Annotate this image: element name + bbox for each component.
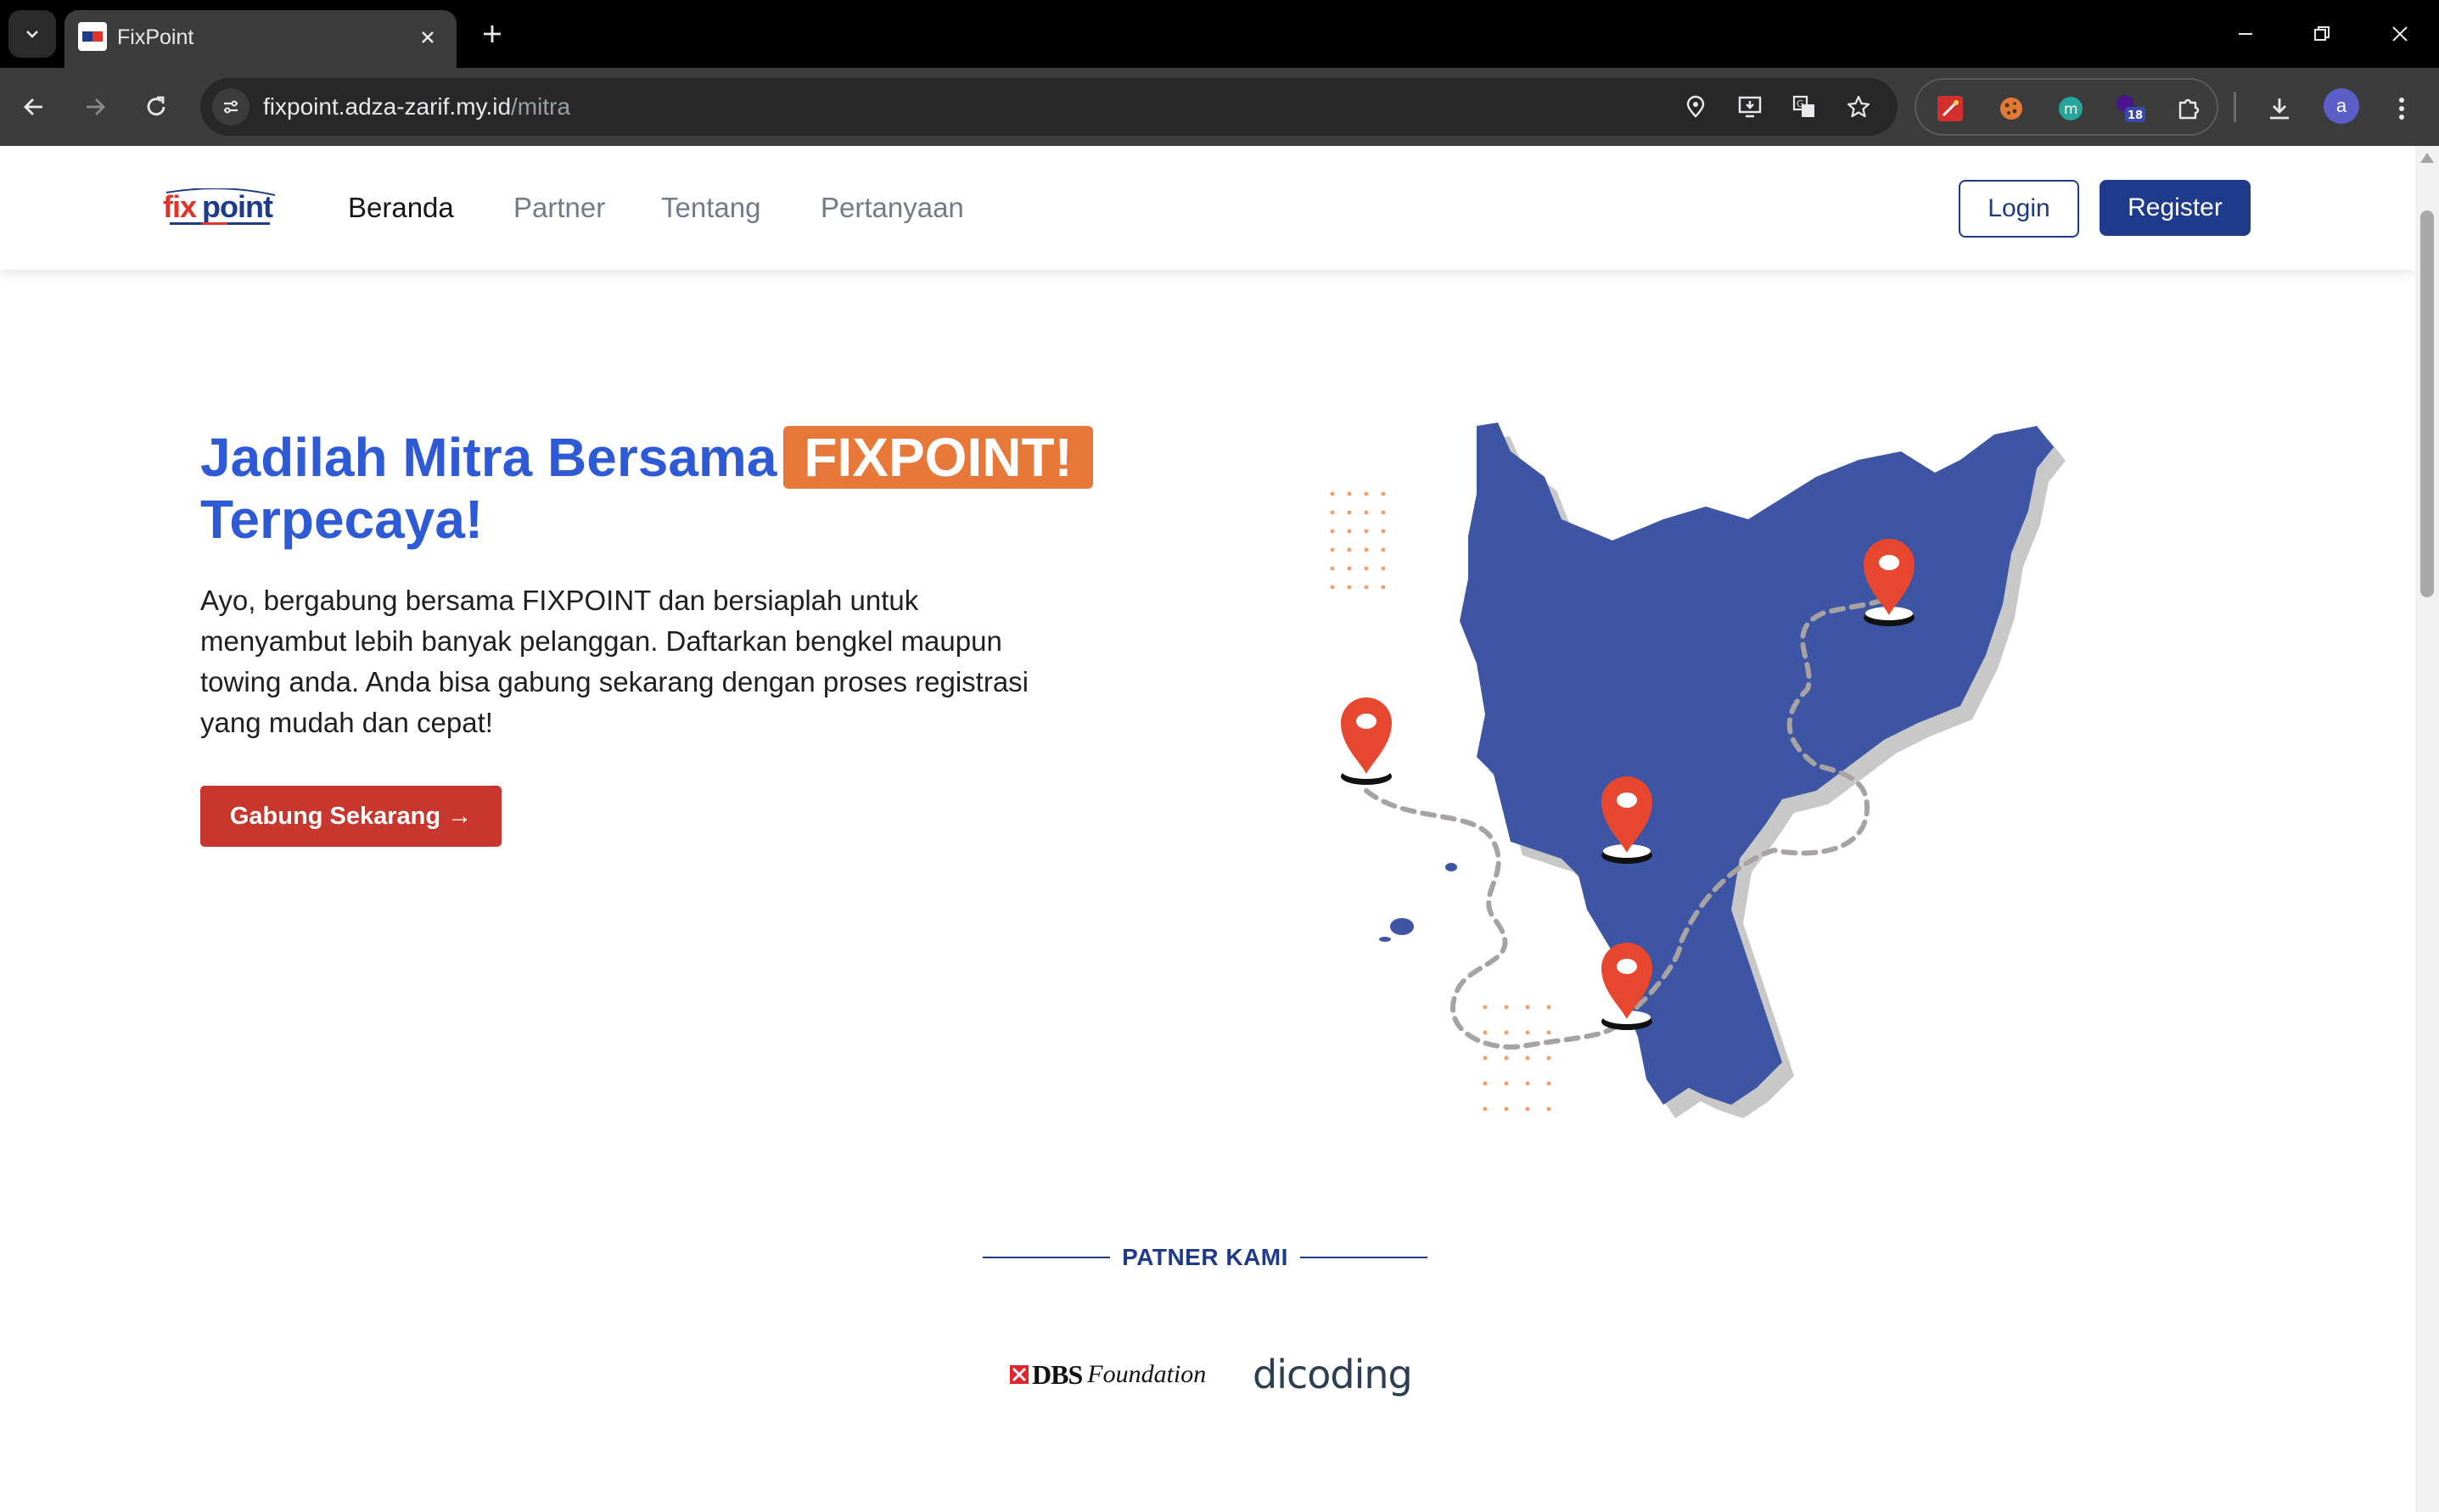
bookmark-star-icon[interactable]	[1842, 90, 1876, 124]
extensions-puzzle-icon[interactable]	[2173, 92, 2206, 126]
dbs-foundation-text: Foundation	[1087, 1360, 1207, 1388]
forward-arrow-icon	[87, 98, 105, 115]
nav-tentang[interactable]: Tentang	[661, 188, 760, 227]
url-host: fixpoint.adza-zarif.my.id	[263, 93, 512, 120]
close-icon	[422, 31, 434, 43]
hero-title: Jadilah Mitra Bersama FIXPOINT! Terpecaya…	[200, 426, 1134, 550]
back-arrow-icon	[24, 98, 42, 115]
nav-pertanyaan[interactable]: Pertanyaan	[821, 188, 964, 227]
reload-icon	[147, 96, 165, 116]
location-pin-icon	[1864, 539, 1915, 626]
reload-button[interactable]	[136, 87, 177, 127]
scroll-up-arrow-icon[interactable]	[2420, 153, 2434, 163]
location-pin-icon	[1341, 697, 1392, 785]
browser-tab[interactable]: FixPoint	[64, 10, 457, 68]
hero-title-line2: Terpecaya!	[200, 489, 484, 550]
dicoding-logo: dicoding	[1253, 1349, 1413, 1400]
join-now-button[interactable]: Gabung Sekarang →	[200, 786, 502, 847]
svg-text:G: G	[1797, 98, 1804, 109]
hero-description: Ayo, bergabung bersama FIXPOINT dan bers…	[200, 585, 1029, 738]
map-illustration-icon	[1330, 423, 2066, 1118]
close-window-button[interactable]	[2375, 12, 2425, 56]
page-scrollbar[interactable]	[2415, 146, 2439, 1512]
extensions-group: m 18	[1915, 78, 2218, 136]
extension-m-icon[interactable]: m	[2054, 92, 2088, 126]
dbs-foundation-logo: DBS Foundation	[1010, 1349, 1206, 1400]
close-window-icon	[2392, 26, 2408, 42]
restore-button[interactable]	[2296, 12, 2347, 56]
svg-text:m: m	[2064, 101, 2078, 118]
tab-search-button[interactable]	[8, 10, 56, 58]
dbs-logo-text: DBS	[1032, 1358, 1083, 1390]
browser-tab-bar: FixPoint	[0, 0, 2439, 68]
location-icon[interactable]	[1679, 90, 1713, 124]
browser-toolbar: fixpoint.adza-zarif.my.id/mitra G m 18	[0, 68, 2439, 146]
plus-icon	[484, 25, 501, 42]
map-landmass	[1460, 423, 2054, 1105]
translate-icon[interactable]: G	[1787, 90, 1821, 124]
page-viewport: fix point Beranda Partner Tentang Pertan…	[0, 146, 2415, 1512]
fixpoint-logo[interactable]: fix point	[163, 188, 278, 231]
new-tab-button[interactable]	[474, 15, 511, 53]
tab-title: FixPoint	[117, 25, 194, 49]
register-button[interactable]: Register	[2100, 180, 2251, 236]
profile-avatar[interactable]: a	[2324, 88, 2359, 124]
heading-divider-left	[983, 1257, 1111, 1258]
nav-beranda[interactable]: Beranda	[348, 188, 454, 227]
download-icon[interactable]	[2261, 90, 2298, 127]
location-pin-icon	[1601, 776, 1652, 864]
extension-color-picker-icon[interactable]	[1933, 92, 1967, 126]
url-path: /mitra	[511, 93, 571, 120]
site-info-icon[interactable]	[212, 88, 250, 126]
site-header: fix point Beranda Partner Tentang Pertan…	[0, 146, 2415, 270]
dbs-mark-icon	[1010, 1365, 1029, 1384]
extension-badge-icon[interactable]: 18	[2113, 92, 2147, 126]
svg-text:fix: fix	[163, 189, 197, 224]
chrome-menu-icon[interactable]	[2383, 90, 2420, 127]
forward-button[interactable]	[75, 87, 115, 127]
location-pin-icon	[1601, 943, 1652, 1030]
extension-badge-count: 18	[2128, 109, 2143, 122]
svg-text:point: point	[202, 189, 273, 224]
tab-close-button[interactable]	[411, 20, 445, 54]
restore-icon	[2314, 26, 2330, 41]
fixpoint-favicon-icon	[78, 22, 107, 51]
address-bar[interactable]: fixpoint.adza-zarif.my.id/mitra G	[200, 78, 1898, 136]
minimize-button[interactable]	[2220, 12, 2271, 56]
partners-title: PATNER KAMI	[1122, 1244, 1288, 1270]
minimize-icon	[2239, 33, 2252, 35]
heading-divider-right	[1299, 1257, 1428, 1258]
chevron-down-icon	[26, 31, 38, 38]
url-text[interactable]: fixpoint.adza-zarif.my.id/mitra	[263, 78, 570, 136]
nav-partner[interactable]: Partner	[513, 188, 605, 227]
partners-heading: PATNER KAMI	[983, 1240, 1428, 1274]
dicoding-logo-text: dicoding	[1253, 1352, 1413, 1397]
extension-cookie-icon[interactable]	[1994, 92, 2028, 126]
hero-title-line1: Jadilah Mitra Bersama	[200, 427, 777, 488]
install-app-icon[interactable]	[1733, 90, 1767, 124]
fixpoint-logo-icon: fix point	[163, 188, 276, 225]
scrollbar-thumb[interactable]	[2420, 210, 2434, 597]
hero-title-highlight: FIXPOINT!	[783, 426, 1093, 489]
login-button[interactable]: Login	[1959, 180, 2079, 238]
toolbar-separator	[2234, 92, 2236, 122]
back-button[interactable]	[14, 87, 54, 127]
